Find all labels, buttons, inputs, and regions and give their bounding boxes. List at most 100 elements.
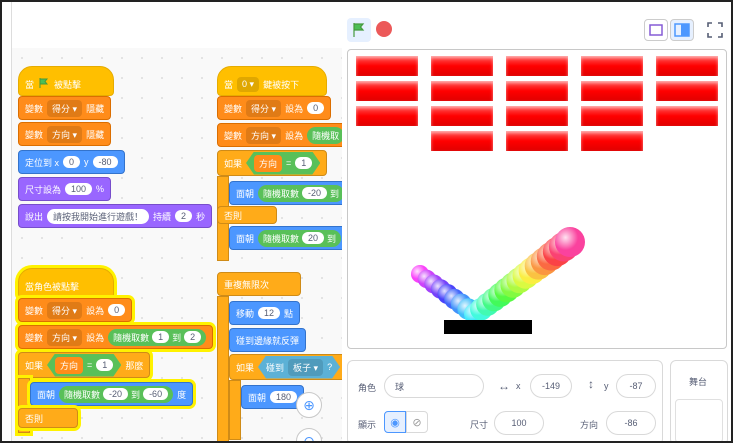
goto-xy-block[interactable]: 定位到 x 0 y -80	[18, 150, 125, 174]
y-position-input[interactable]: -87	[616, 374, 656, 398]
sprite-info-panel: 角色 球 ↔ x -149 ↕ y -87 顯示 ◉ ⊘ 尺寸 100 方向 -…	[347, 360, 663, 441]
to-input[interactable]: 2	[184, 331, 202, 343]
sprite-name-label: 角色	[358, 383, 377, 393]
direction-variable[interactable]: 方向	[254, 155, 282, 172]
set-variable-direction[interactable]: 變數 方向 ▾ 設為 隨機取數 1 到 2	[18, 325, 214, 349]
variable-dropdown[interactable]: 得分 ▾	[47, 301, 83, 319]
point-in-direction-block[interactable]: 面朝 隨機取數 -20 到	[229, 181, 342, 205]
sprite-name-input[interactable]: 球	[384, 374, 484, 398]
block-label: 變數	[224, 103, 243, 114]
block-label: 如果	[224, 158, 243, 169]
stage-selector-pane[interactable]: 舞台	[670, 360, 728, 441]
size-input[interactable]: 100	[65, 183, 93, 195]
stage-thumbnail[interactable]	[675, 399, 723, 441]
variable-dropdown[interactable]: 得分 ▾	[246, 99, 282, 117]
block-label: 面朝	[37, 389, 56, 400]
when-flag-clicked-hat[interactable]: 當 被點擊	[18, 66, 114, 96]
touching-sensor[interactable]: 碰到 板子 ▾ ?	[258, 356, 340, 379]
hat-suffix: 被點擊	[54, 79, 82, 90]
compare-input[interactable]: 1	[295, 157, 312, 169]
say-for-secs-block[interactable]: 說出 請按我開始進行遊戲！ 持續 2 秒	[18, 204, 213, 228]
fullscreen-button[interactable]	[704, 19, 726, 41]
small-stage-icon	[649, 24, 663, 36]
random-reporter[interactable]: 隨機取數 -20 到	[258, 184, 342, 202]
from-input[interactable]: -20	[302, 187, 328, 199]
direction-input[interactable]: -86	[606, 411, 656, 435]
variable-dropdown[interactable]: 方向 ▾	[47, 125, 83, 143]
ball-trail	[411, 227, 585, 334]
forever-block[interactable]: 重複無限次	[217, 272, 301, 296]
set-size-block[interactable]: 尺寸設為 100 %	[18, 177, 112, 201]
set-variable-score[interactable]: 變數 得分 ▾ 設為 0	[18, 298, 133, 322]
y-input[interactable]: -80	[92, 156, 118, 168]
block-label: 那麼	[125, 360, 144, 371]
block-label: 否則	[224, 210, 243, 221]
random-reporter[interactable]: 隨機取	[307, 126, 342, 144]
zoom-in-button[interactable]: ⊕	[296, 392, 322, 418]
target-dropdown[interactable]: 板子 ▾	[288, 359, 323, 376]
block-label: 隨機取數	[64, 389, 101, 400]
random-reporter[interactable]: 隨機取數 20 到	[258, 229, 342, 247]
if-arm	[229, 380, 241, 440]
point-in-direction-block[interactable]: 面朝 隨機取數 20 到	[229, 226, 342, 250]
large-stage-button[interactable]	[670, 19, 694, 41]
if-touching-block[interactable]: 如果 碰到 板子 ▾ ?	[229, 354, 342, 380]
key-dropdown[interactable]: 0 ▾	[237, 76, 260, 92]
hat-prefix: 當	[25, 79, 35, 90]
random-reporter[interactable]: 隨機取數 -20 到 -60	[59, 385, 174, 403]
direction-variable[interactable]: 方向	[55, 357, 83, 374]
hat-suffix: 鍵被按下	[263, 79, 300, 90]
say-text-input[interactable]: 請按我開始進行遊戲！	[47, 208, 150, 224]
direction-input[interactable]: 180	[270, 391, 298, 403]
variable-dropdown[interactable]: 得分 ▾	[47, 99, 83, 117]
if-else-block[interactable]: 如果 方向 = 1 那麼	[18, 352, 151, 378]
secs-input[interactable]: 2	[175, 210, 193, 222]
block-label: =	[286, 158, 292, 168]
size-input[interactable]: 100	[494, 411, 544, 435]
when-key-pressed-hat[interactable]: 當 0 ▾ 鍵被按下	[217, 66, 327, 96]
compare-input[interactable]: 1	[96, 359, 113, 371]
from-input[interactable]: 1	[152, 331, 170, 343]
block-label: 面朝	[236, 233, 255, 244]
bounce-on-edge-block[interactable]: 碰到邊緣就反彈	[229, 328, 307, 352]
block-label: 碰到邊緣就反彈	[236, 335, 300, 346]
block-label: 如果	[236, 362, 255, 373]
value-input[interactable]: 0	[108, 304, 126, 316]
from-input[interactable]: 20	[302, 232, 325, 244]
stop-button[interactable]	[376, 21, 392, 37]
block-label: 隱藏	[86, 129, 105, 140]
move-steps-block[interactable]: 移動 12 點	[229, 301, 301, 325]
set-variable-direction[interactable]: 變數 方向 ▾ 設為 隨機取	[217, 123, 342, 147]
show-label: 顯示	[358, 420, 377, 430]
green-flag-button[interactable]	[347, 18, 371, 42]
show-sprite-button[interactable]: ◉	[384, 411, 406, 433]
set-variable-score[interactable]: 變數 得分 ▾ 設為 0	[217, 96, 332, 120]
steps-input[interactable]: 12	[258, 307, 281, 319]
code-area[interactable]: 當 被點擊 變數 得分 ▾ 隱藏 變數 方向 ▾ 隱藏 定位到 x 0 y -8…	[12, 48, 342, 441]
equals-operator[interactable]: 方向 = 1	[47, 354, 121, 377]
value-input[interactable]: 0	[307, 102, 325, 114]
if-else-block[interactable]: 如果 方向 = 1	[217, 150, 328, 176]
forever-arm	[217, 296, 229, 441]
block-label: 點	[284, 308, 294, 319]
hide-variable-direction[interactable]: 變數 方向 ▾ 隱藏	[18, 122, 112, 146]
hide-variable-score[interactable]: 變數 得分 ▾ 隱藏	[18, 96, 112, 120]
block-label: 設為	[285, 103, 304, 114]
hide-sprite-button[interactable]: ⊘	[406, 411, 428, 433]
block-label: %	[96, 184, 105, 194]
small-stage-button[interactable]	[644, 19, 668, 41]
large-stage-icon	[674, 23, 690, 37]
stage-canvas[interactable]	[347, 49, 727, 349]
to-input[interactable]: -60	[143, 388, 169, 400]
equals-operator[interactable]: 方向 = 1	[246, 152, 320, 175]
point-in-direction-block[interactable]: 面朝 180	[241, 385, 305, 409]
variable-dropdown[interactable]: 方向 ▾	[246, 126, 282, 144]
from-input[interactable]: -20	[103, 388, 129, 400]
when-sprite-clicked-hat[interactable]: 當角色被點擊	[18, 268, 114, 298]
variable-dropdown[interactable]: 方向 ▾	[47, 328, 83, 346]
x-position-input[interactable]: -149	[530, 374, 572, 398]
point-in-direction-block[interactable]: 面朝 隨機取數 -20 到 -60 度	[30, 382, 194, 406]
zoom-out-button[interactable]: ⊖	[296, 428, 322, 441]
random-reporter[interactable]: 隨機取數 1 到 2	[108, 328, 207, 346]
x-input[interactable]: 0	[63, 156, 81, 168]
